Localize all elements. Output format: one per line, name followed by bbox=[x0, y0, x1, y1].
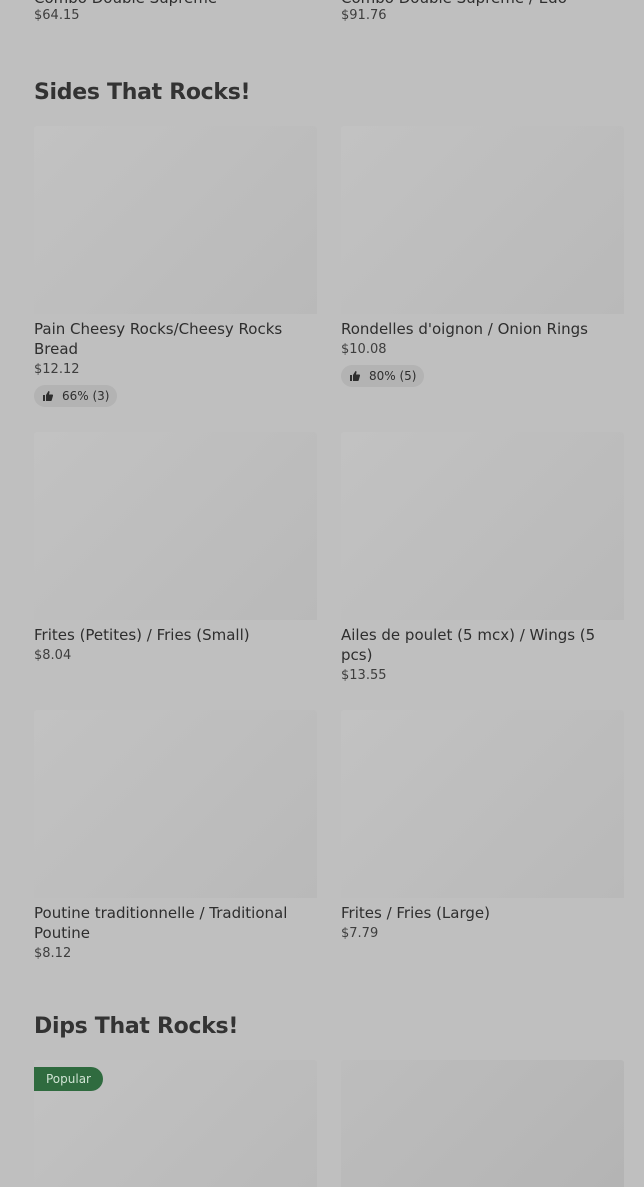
item-name: Frites / Fries (Large) bbox=[341, 904, 490, 922]
item-image: Popular bbox=[34, 1060, 317, 1187]
menu-item-card[interactable]: Rondelles d'oignon / Onion Rings $10.08 … bbox=[341, 126, 624, 387]
menu-item-card[interactable]: Popular bbox=[34, 1060, 317, 1187]
menu-item-card[interactable] bbox=[341, 1060, 624, 1187]
item-name: Pain Cheesy Rocks/Cheesy Rocks Bread bbox=[34, 320, 283, 358]
item-image bbox=[341, 126, 624, 314]
section-title-dips: Dips That Rocks! bbox=[34, 1014, 239, 1039]
rating-text: 66% (3) bbox=[62, 389, 110, 403]
item-name: Frites (Petites) / Fries (Small) bbox=[34, 626, 250, 644]
item-name: Poutine traditionnelle / Traditional Pou… bbox=[34, 904, 288, 942]
item-price: $7.79 bbox=[341, 926, 379, 941]
item-price: $91.76 bbox=[341, 8, 387, 23]
rating-text: 80% (5) bbox=[369, 369, 417, 383]
menu-item-card[interactable]: Frites (Petites) / Fries (Small) $8.04 bbox=[34, 432, 317, 665]
thumbs-up-icon bbox=[42, 390, 54, 402]
menu-item-card[interactable]: Ailes de poulet (5 mcx) / Wings (5 pcs) … bbox=[341, 432, 624, 685]
rating-chip: 80% (5) bbox=[341, 365, 425, 387]
menu-item-combo-double-supreme[interactable]: Combo Double Supreme $64.15 bbox=[34, 0, 317, 25]
item-price: $64.15 bbox=[34, 8, 80, 23]
rating-chip: 66% (3) bbox=[34, 385, 118, 407]
item-price: $8.04 bbox=[34, 648, 72, 663]
item-price: $10.08 bbox=[341, 342, 387, 357]
menu-page: Combo Double Supreme $64.15 Combo Double… bbox=[0, 0, 644, 1187]
item-price: $12.12 bbox=[34, 362, 80, 377]
item-image bbox=[341, 432, 624, 620]
item-image bbox=[341, 1060, 624, 1187]
popular-badge: Popular bbox=[34, 1067, 103, 1091]
menu-item-card[interactable]: Pain Cheesy Rocks/Cheesy Rocks Bread $12… bbox=[34, 126, 317, 407]
item-image bbox=[34, 432, 317, 620]
item-image bbox=[34, 126, 317, 314]
item-price: $8.12 bbox=[34, 946, 72, 961]
item-name: Rondelles d'oignon / Onion Rings bbox=[341, 320, 588, 338]
item-image bbox=[34, 710, 317, 898]
item-price: $13.55 bbox=[341, 668, 387, 683]
thumbs-up-icon bbox=[349, 370, 361, 382]
top-row: Combo Double Supreme $64.15 Combo Double… bbox=[34, 0, 624, 32]
section-title-sides: Sides That Rocks! bbox=[34, 80, 251, 105]
menu-item-card[interactable]: Frites / Fries (Large) $7.79 bbox=[341, 710, 624, 943]
item-image bbox=[341, 710, 624, 898]
menu-item-combo-double-supreme-edo[interactable]: Combo Double Supreme / Edo $91.76 bbox=[341, 0, 624, 25]
item-name: Ailes de poulet (5 mcx) / Wings (5 pcs) bbox=[341, 626, 596, 664]
menu-item-card[interactable]: Poutine traditionnelle / Traditional Pou… bbox=[34, 710, 317, 963]
